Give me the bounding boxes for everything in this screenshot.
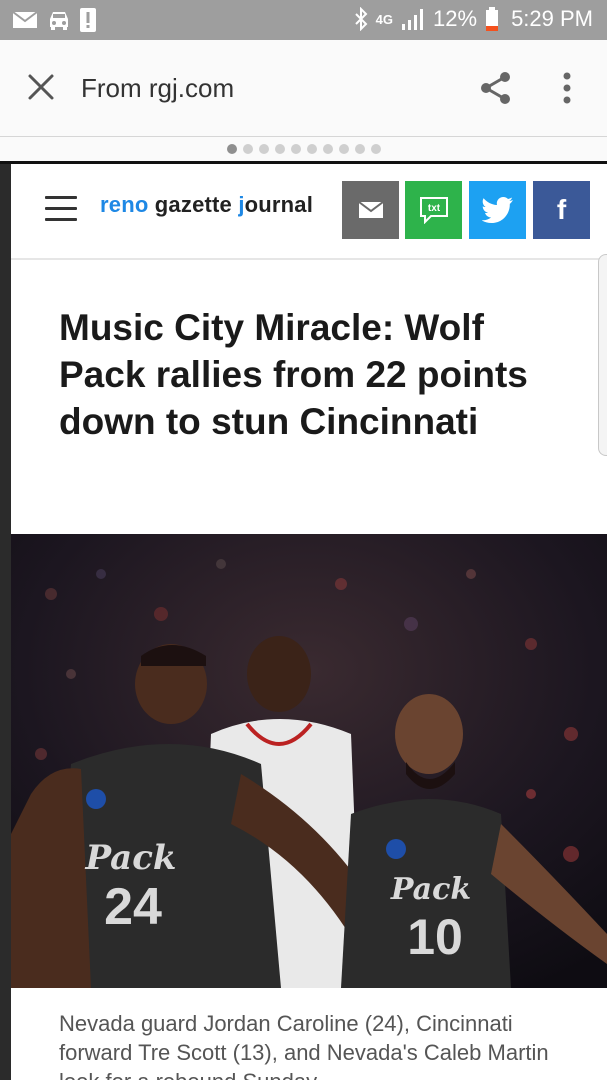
clock: 5:29 PM [511,6,593,31]
page-dot [274,144,285,154]
jersey-number-right: 10 [407,909,463,965]
page-dot [370,144,381,154]
facebook-share-button[interactable]: f [533,181,590,239]
alert-icon [80,8,96,32]
photo-caption: Nevada guard Jordan Caroline (24), Cinci… [59,1011,549,1080]
page-indicator [0,137,607,161]
signal-icon [402,9,424,30]
share-icon[interactable] [478,70,514,106]
page-dot [306,144,317,154]
frame-edge [0,164,11,1080]
site-header: reno gazette journal txt f [11,164,607,260]
email-share-button[interactable] [342,181,399,239]
mail-icon [357,201,384,218]
battery-icon [486,7,499,31]
page-dot [242,144,253,154]
car-icon [50,12,68,30]
more-options-icon[interactable] [557,70,577,106]
jersey-number-left: 24 [104,878,162,936]
page-dot [338,144,349,154]
page-dot [290,144,301,154]
custom-tab-toolbar: From rgj.com [0,40,607,137]
page-origin: From rgj.com [81,73,235,103]
battery-percent: 12% [433,6,478,31]
site-logo[interactable]: reno gazette journal [100,192,313,218]
facebook-icon: f [556,194,567,225]
logo-gazette: gazette [148,192,239,217]
system-indicators: 4G 12% 5:29 PM [354,6,593,32]
page-dot [226,144,237,154]
logo-reno: reno [100,192,149,217]
article-photo[interactable]: Pack 24 Pack 10 [11,534,607,988]
web-page: reno gazette journal txt f Music City Mi… [11,164,607,1080]
email-icon [12,11,38,28]
bluetooth-icon [354,7,368,31]
status-bar: 4G 12% 5:29 PM [0,0,607,40]
twitter-share-button[interactable] [469,181,526,239]
page-dot [354,144,365,154]
jersey-team-left: Pack [85,838,177,878]
logo-ournal: ournal [244,192,314,217]
txt-icon: txt [419,197,448,224]
sms-share-button[interactable]: txt [405,181,462,239]
close-icon[interactable] [26,72,56,102]
page-dot [322,144,333,154]
twitter-icon [481,197,513,223]
txt-label: txt [427,203,440,214]
menu-icon[interactable] [45,196,77,222]
page-dot [258,144,269,154]
notification-icons [12,8,96,32]
network-type: 4G [375,11,394,27]
edge-panel-handle[interactable] [598,254,607,456]
jersey-team-right: Pack [390,872,471,907]
article-headline: Music City Miracle: Wolf Pack rallies fr… [59,307,528,442]
